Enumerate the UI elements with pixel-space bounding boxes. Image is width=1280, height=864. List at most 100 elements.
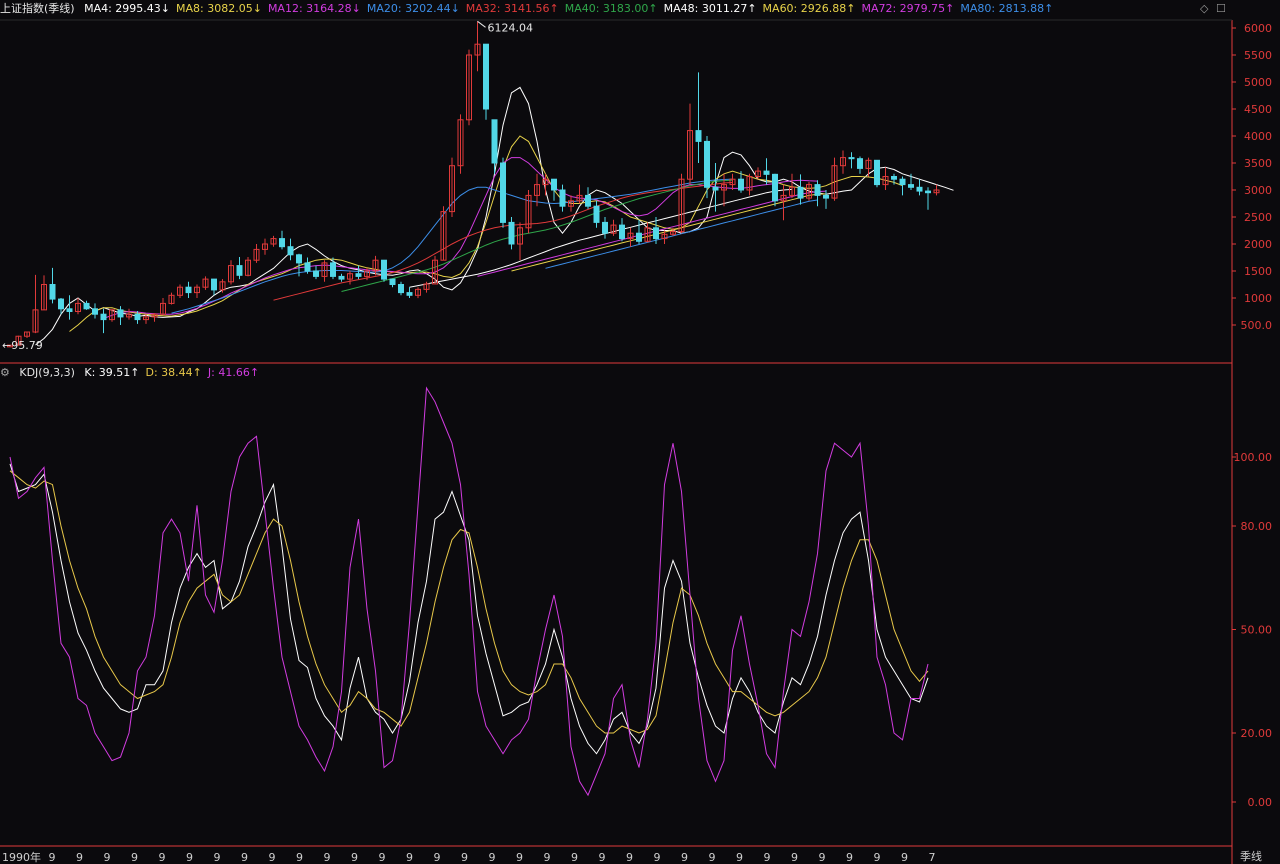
x-tick-label: 9 [571, 851, 578, 864]
price-tick-label: 5000 [1244, 76, 1272, 89]
candle-body [355, 273, 362, 277]
x-tick-label: 9 [489, 851, 496, 864]
kdj-line-j [9, 386, 929, 797]
candle-body [593, 205, 600, 223]
x-tick-label: 9 [269, 851, 276, 864]
price-tick-label: 5500 [1244, 49, 1272, 62]
candle-body [908, 184, 914, 188]
candle-body [134, 313, 141, 321]
x-tick-label: 9 [846, 851, 853, 864]
candle-body [857, 158, 863, 169]
x-tick-label: 9 [791, 851, 798, 864]
x-tick-label: 7 [929, 851, 936, 864]
price-tick-label: 3500 [1244, 157, 1272, 170]
candle-body [585, 194, 591, 207]
kdj-lines [9, 386, 929, 797]
candle-body [551, 178, 557, 191]
price-tick-label: 1000 [1244, 292, 1272, 305]
x-tick-label: 9 [296, 851, 303, 864]
ma-legend-ma20: MA20: 3202.44↓ [366, 2, 460, 15]
candle-body [58, 298, 64, 310]
candle-body [338, 275, 345, 280]
close-icon[interactable]: ☐ [1216, 2, 1226, 16]
candle-body [185, 286, 192, 294]
candle-body [772, 173, 778, 202]
x-tick-label: 9 [406, 851, 413, 864]
price-tick-label: 6000 [1244, 22, 1272, 35]
candle-body [636, 232, 642, 242]
ma-legend-ma72: MA72: 2979.75↑ [861, 2, 955, 15]
candle-body [891, 176, 897, 180]
x-tick-label: 9 [626, 851, 633, 864]
period-label[interactable]: 季线 [1240, 850, 1262, 864]
x-tick-label: 9 [241, 851, 248, 864]
x-tick-label: 9 [351, 851, 358, 864]
candle-body [279, 238, 285, 248]
candle-body [92, 308, 98, 315]
kdj-indicator-name[interactable]: KDJ(9,3,3) [19, 366, 75, 379]
candle-body [500, 162, 506, 223]
candle-body [916, 186, 923, 192]
ma-legend-ma12: MA12: 3164.28↓ [267, 2, 361, 15]
kdj-tick-label: 0.00 [1248, 796, 1273, 809]
candle-body [508, 221, 515, 245]
candle-body [874, 159, 880, 186]
x-tick-label: 9 [599, 851, 606, 864]
candle-body [925, 190, 931, 194]
x-tick-label: 9 [819, 851, 826, 864]
candle-body [712, 186, 719, 191]
candle-body [491, 119, 498, 164]
x-tick-label: 9 [654, 851, 661, 864]
ma-legend-bar: 上证指数(季线) MA4: 2995.43↓ MA8: 3082.05↓ MA12:… [0, 0, 1232, 18]
candle-body [287, 246, 294, 256]
x-tick-label: 9 [709, 851, 716, 864]
x-tick-label: 9 [736, 851, 743, 864]
candle-body [483, 43, 489, 110]
kdj-tick-label: 20.00 [1241, 727, 1273, 740]
kdj-tick-label: 80.00 [1241, 520, 1273, 533]
candle-body [100, 313, 107, 321]
price-tick-label: 3000 [1244, 184, 1272, 197]
ma-line-ma60 [511, 193, 827, 272]
candle-body [381, 259, 387, 280]
high-label: 6124.04 [488, 21, 534, 34]
candle-body [738, 178, 744, 191]
x-tick-label: 9 [76, 851, 83, 864]
ma-legend-items: MA4: 2995.43↓ MA8: 3082.05↓ MA12: 3164.28↓… [84, 2, 1059, 15]
candle-body [66, 308, 73, 312]
candle-body [763, 170, 770, 175]
x-tick-label: 9 [214, 851, 221, 864]
price-tick-label: 2000 [1244, 238, 1272, 251]
x-tick-label: 9 [159, 851, 166, 864]
candle-body [559, 189, 566, 207]
chart-axes [0, 19, 1236, 864]
kdj-tick-label: 50.00 [1241, 624, 1273, 637]
chart-title[interactable]: 上证指数(季线) [0, 2, 75, 15]
candle-body [296, 254, 302, 264]
candle-body [211, 278, 217, 291]
x-tick-label: 9 [131, 851, 138, 864]
x-tick-label: 9 [681, 851, 688, 864]
x-tick-label: 1990年 [2, 850, 41, 864]
ma-legend-ma60: MA60: 2926.88↑ [762, 2, 856, 15]
candle-body [848, 157, 855, 160]
x-tick-label: 9 [379, 851, 386, 864]
diamond-icon[interactable]: ◇ [1200, 2, 1208, 16]
chart-canvas: 500.0 1000 1500 2000 2500 3000 3500 4000 4500 500… [0, 19, 1273, 864]
kdj-tick-label: 100.00 [1234, 451, 1273, 464]
candle-body [406, 292, 413, 296]
price-tick-label: 500.0 [1241, 319, 1273, 332]
candle-body [313, 270, 319, 277]
ma-legend-ma80: MA80: 2813.88↑ [960, 2, 1054, 15]
candle-body [695, 130, 702, 142]
ma-legend-ma4: MA4: 2995.43↓ [84, 2, 171, 15]
kdj-legend-j: J: 41.66↑ [207, 366, 260, 379]
ma-legend-ma40: MA40: 3183.00↑ [564, 2, 658, 15]
gear-icon[interactable]: ⚙ [0, 366, 10, 379]
candle-body [899, 178, 906, 186]
candlesticks [7, 21, 940, 348]
ma-legend-ma8: MA8: 3082.05↓ [176, 2, 262, 15]
x-tick-label: 9 [901, 851, 908, 864]
candle-body [117, 309, 124, 318]
kdj-legend-items: K: 39.51↑ D: 38.44↑ J: 41.66↑ [84, 366, 265, 379]
